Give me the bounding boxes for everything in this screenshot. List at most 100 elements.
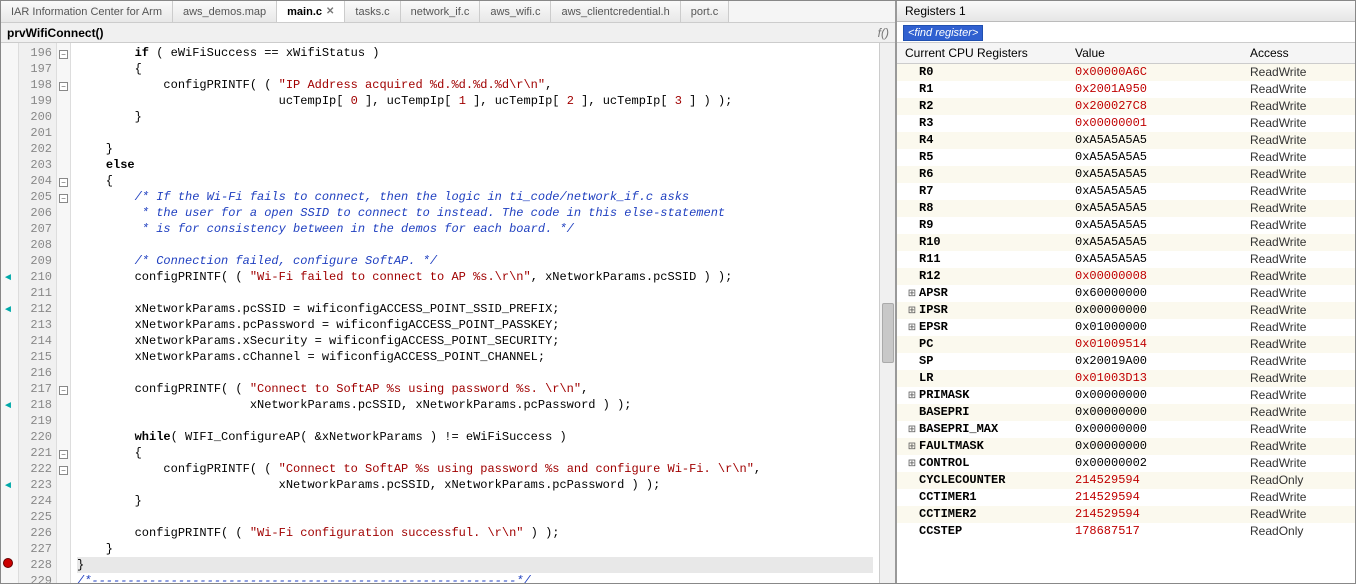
- code-line[interactable]: /*--------------------------------------…: [77, 573, 873, 583]
- register-value[interactable]: 0xA5A5A5A5: [1075, 234, 1250, 251]
- register-row-R7[interactable]: R70xA5A5A5A5ReadWrite: [897, 183, 1355, 200]
- expand-icon[interactable]: ⊞: [905, 438, 919, 455]
- bookmark-icon[interactable]: ◄: [3, 480, 13, 491]
- header-access[interactable]: Access: [1250, 46, 1347, 60]
- code-line[interactable]: if ( eWiFiSuccess == xWifiStatus ): [77, 45, 873, 61]
- register-row-R3[interactable]: R30x00000001ReadWrite: [897, 115, 1355, 132]
- code-line[interactable]: [77, 413, 873, 429]
- register-value[interactable]: 0x00000008: [1075, 268, 1250, 285]
- register-value[interactable]: 0x2001A950: [1075, 81, 1250, 98]
- register-row-CCTIMER2[interactable]: CCTIMER2214529594ReadWrite: [897, 506, 1355, 523]
- register-value[interactable]: 0x00000000: [1075, 404, 1250, 421]
- register-value[interactable]: 0xA5A5A5A5: [1075, 200, 1250, 217]
- code-line[interactable]: }: [77, 557, 873, 573]
- expand-icon[interactable]: ⊞: [905, 455, 919, 472]
- register-value[interactable]: 0x00000000: [1075, 302, 1250, 319]
- code-line[interactable]: xNetworkParams.pcPassword = wificonfigAC…: [77, 317, 873, 333]
- code-line[interactable]: {: [77, 61, 873, 77]
- register-value[interactable]: 0xA5A5A5A5: [1075, 166, 1250, 183]
- register-row-R6[interactable]: R60xA5A5A5A5ReadWrite: [897, 166, 1355, 183]
- register-row-LR[interactable]: LR0x01003D13ReadWrite: [897, 370, 1355, 387]
- register-value[interactable]: 214529594: [1075, 506, 1250, 523]
- code-line[interactable]: ucTempIp[ 0 ], ucTempIp[ 1 ], ucTempIp[ …: [77, 93, 873, 109]
- close-icon[interactable]: ✕: [326, 6, 334, 17]
- register-row-R2[interactable]: R20x200027C8ReadWrite: [897, 98, 1355, 115]
- code-line[interactable]: }: [77, 541, 873, 557]
- breakpoint-icon[interactable]: [3, 558, 13, 568]
- code-line[interactable]: {: [77, 445, 873, 461]
- tab-network-if-c[interactable]: network_if.c: [401, 1, 481, 22]
- code-line[interactable]: /* Connection failed, configure SoftAP. …: [77, 253, 873, 269]
- bookmark-icon[interactable]: ◄: [3, 272, 13, 283]
- register-row-R12[interactable]: R120x00000008ReadWrite: [897, 268, 1355, 285]
- header-value[interactable]: Value: [1075, 46, 1250, 60]
- expand-icon[interactable]: ⊞: [905, 421, 919, 438]
- register-row-R8[interactable]: R80xA5A5A5A5ReadWrite: [897, 200, 1355, 217]
- code-line[interactable]: [77, 285, 873, 301]
- register-value[interactable]: 0x01003D13: [1075, 370, 1250, 387]
- register-row-APSR[interactable]: ⊞APSR0x60000000ReadWrite: [897, 285, 1355, 302]
- fold-icon[interactable]: −: [59, 178, 68, 187]
- tab-main-c[interactable]: main.c✕: [277, 1, 345, 22]
- register-row-R0[interactable]: R00x00000A6CReadWrite: [897, 64, 1355, 81]
- register-row-R5[interactable]: R50xA5A5A5A5ReadWrite: [897, 149, 1355, 166]
- register-value[interactable]: 0x00000001: [1075, 115, 1250, 132]
- register-row-BASEPRI_MAX[interactable]: ⊞BASEPRI_MAX0x00000000ReadWrite: [897, 421, 1355, 438]
- register-value[interactable]: 0xA5A5A5A5: [1075, 183, 1250, 200]
- code-line[interactable]: [77, 509, 873, 525]
- function-list-icon[interactable]: f(): [878, 26, 889, 40]
- tab-aws-wifi-c[interactable]: aws_wifi.c: [480, 1, 551, 22]
- registers-body[interactable]: R00x00000A6CReadWriteR10x2001A950ReadWri…: [897, 64, 1355, 583]
- code-line[interactable]: [77, 125, 873, 141]
- expand-icon[interactable]: ⊞: [905, 285, 919, 302]
- code-line[interactable]: [77, 237, 873, 253]
- fold-icon[interactable]: −: [59, 386, 68, 395]
- register-value[interactable]: 0xA5A5A5A5: [1075, 217, 1250, 234]
- fold-icon[interactable]: −: [59, 194, 68, 203]
- register-value[interactable]: 0xA5A5A5A5: [1075, 149, 1250, 166]
- code-line[interactable]: while( WIFI_ConfigureAP( &xNetworkParams…: [77, 429, 873, 445]
- register-value[interactable]: 0x20019A00: [1075, 353, 1250, 370]
- code-line[interactable]: configPRINTF( ( "Wi-Fi failed to connect…: [77, 269, 873, 285]
- register-value[interactable]: 0x00000A6C: [1075, 64, 1250, 81]
- register-row-PC[interactable]: PC0x01009514ReadWrite: [897, 336, 1355, 353]
- register-value[interactable]: 0x00000000: [1075, 387, 1250, 404]
- tab-tasks-c[interactable]: tasks.c: [345, 1, 400, 22]
- register-row-CYCLECOUNTER[interactable]: CYCLECOUNTER214529594ReadOnly: [897, 472, 1355, 489]
- tab-aws-clientcredential-h[interactable]: aws_clientcredential.h: [551, 1, 680, 22]
- register-row-R11[interactable]: R110xA5A5A5A5ReadWrite: [897, 251, 1355, 268]
- register-row-IPSR[interactable]: ⊞IPSR0x00000000ReadWrite: [897, 302, 1355, 319]
- scrollbar-thumb[interactable]: [882, 303, 894, 363]
- find-register-input[interactable]: <find register>: [903, 25, 983, 41]
- code-line[interactable]: configPRINTF( ( "Connect to SoftAP %s us…: [77, 461, 873, 477]
- register-row-R1[interactable]: R10x2001A950ReadWrite: [897, 81, 1355, 98]
- register-row-SP[interactable]: SP0x20019A00ReadWrite: [897, 353, 1355, 370]
- code-line[interactable]: configPRINTF( ( "Wi-Fi configuration suc…: [77, 525, 873, 541]
- code-line[interactable]: }: [77, 109, 873, 125]
- register-row-FAULTMASK[interactable]: ⊞FAULTMASK0x00000000ReadWrite: [897, 438, 1355, 455]
- fold-icon[interactable]: −: [59, 82, 68, 91]
- register-value[interactable]: 0xA5A5A5A5: [1075, 132, 1250, 149]
- register-row-BASEPRI[interactable]: BASEPRI0x00000000ReadWrite: [897, 404, 1355, 421]
- register-value[interactable]: 0x01009514: [1075, 336, 1250, 353]
- expand-icon[interactable]: ⊞: [905, 319, 919, 336]
- register-row-R4[interactable]: R40xA5A5A5A5ReadWrite: [897, 132, 1355, 149]
- code-line[interactable]: xNetworkParams.cChannel = wificonfigACCE…: [77, 349, 873, 365]
- register-value[interactable]: 0x00000000: [1075, 421, 1250, 438]
- code-line[interactable]: else: [77, 157, 873, 173]
- code-line[interactable]: xNetworkParams.pcSSID, xNetworkParams.pc…: [77, 397, 873, 413]
- bookmark-icon[interactable]: ◄: [3, 400, 13, 411]
- header-name[interactable]: Current CPU Registers: [905, 46, 1075, 60]
- register-row-CCSTEP[interactable]: CCSTEP178687517ReadOnly: [897, 523, 1355, 540]
- expand-icon[interactable]: ⊞: [905, 302, 919, 319]
- tab-iar-information-center-for-arm[interactable]: IAR Information Center for Arm: [1, 1, 173, 22]
- register-value[interactable]: 0x01000000: [1075, 319, 1250, 336]
- code-line[interactable]: }: [77, 141, 873, 157]
- register-value[interactable]: 214529594: [1075, 489, 1250, 506]
- expand-icon[interactable]: ⊞: [905, 387, 919, 404]
- fold-icon[interactable]: −: [59, 450, 68, 459]
- register-value[interactable]: 0x200027C8: [1075, 98, 1250, 115]
- register-row-R10[interactable]: R100xA5A5A5A5ReadWrite: [897, 234, 1355, 251]
- editor-scrollbar[interactable]: [879, 43, 895, 583]
- register-value[interactable]: 178687517: [1075, 523, 1250, 540]
